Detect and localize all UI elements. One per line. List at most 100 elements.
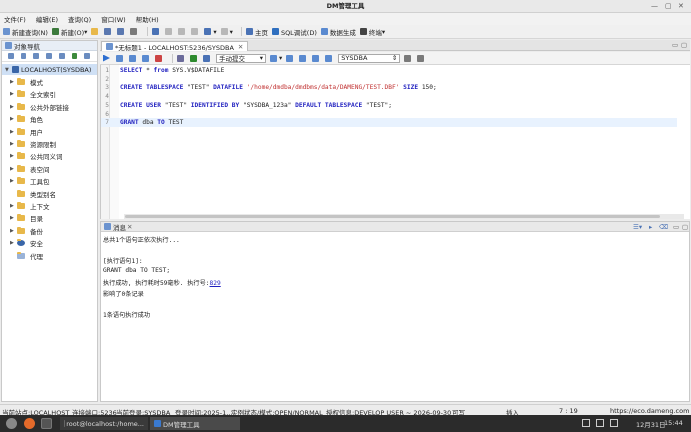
disconnect-icon[interactable]	[20, 53, 27, 59]
terminal-button[interactable]: 终端 ▾	[359, 26, 385, 37]
expanded-arrow-icon[interactable]: ▼	[5, 67, 12, 73]
expand-arrow-icon[interactable]: ▶	[10, 203, 17, 209]
taskbar-date[interactable]: 12月31日	[636, 419, 666, 429]
expand-arrow-icon[interactable]: ▶	[10, 178, 17, 184]
network-icon[interactable]	[582, 419, 590, 427]
tree-item[interactable]: ▶ 安全	[2, 237, 97, 249]
expand-arrow-icon[interactable]: ▶	[10, 91, 17, 97]
clear-button[interactable]	[177, 53, 186, 64]
rollback-button[interactable]	[203, 53, 212, 64]
maximize-panel-icon[interactable]: ▢	[682, 223, 688, 231]
view-menu-icon[interactable]: ☰▾	[633, 223, 642, 231]
menu-window[interactable]: 窗口(W)	[101, 14, 126, 24]
collapse-icon[interactable]	[71, 53, 78, 59]
tree-item[interactable]: ▶ 公共同义词	[2, 150, 97, 162]
tree-item[interactable]: ▶ 模式	[2, 76, 97, 88]
tree-item[interactable]: ▶ 目录	[2, 212, 97, 224]
browser-icon[interactable]	[24, 418, 35, 429]
find-button[interactable]	[191, 26, 200, 37]
system-menu-icon[interactable]	[6, 418, 17, 429]
back-button[interactable]: ▾	[204, 26, 217, 37]
editor-tab[interactable]: *无标题1 - LOCALHOST:5236/SYSDBA ✕	[101, 41, 249, 52]
execute-plan-button[interactable]	[116, 53, 125, 64]
minimize-panel-icon[interactable]: ▭	[672, 41, 678, 49]
layout-button[interactable]	[417, 53, 426, 64]
tree-item[interactable]: ▶ 资源限制	[2, 138, 97, 150]
close-icon[interactable]: ✕	[678, 2, 684, 10]
new-button[interactable]: 新建(O) ▾	[51, 26, 87, 37]
menu-query[interactable]: 查询(Q)	[68, 14, 91, 24]
expand-arrow-icon[interactable]: ▶	[10, 79, 17, 85]
menu-edit[interactable]: 编辑(E)	[36, 14, 58, 24]
expand-arrow-icon[interactable]: ▶	[10, 141, 17, 147]
tree-item[interactable]: ▶ 备份	[2, 225, 97, 237]
settings-button[interactable]	[404, 53, 413, 64]
save-all-button[interactable]	[117, 26, 126, 37]
outdent-button[interactable]	[325, 53, 334, 64]
indent-button[interactable]	[312, 53, 321, 64]
expand-arrow-icon[interactable]: ▶	[10, 215, 17, 221]
maximize-icon[interactable]: ▢	[665, 2, 672, 10]
undo-button[interactable]	[152, 26, 161, 37]
tree-item[interactable]: ▶ 表空间	[2, 163, 97, 175]
tree-root-connection[interactable]: ▼ LOCALHOST(SYSDBA)	[2, 64, 97, 75]
menu-icon[interactable]	[84, 53, 91, 59]
home-button[interactable]: 主页	[245, 26, 268, 37]
refresh-icon[interactable]	[46, 53, 52, 59]
expand-arrow-icon[interactable]: ▶	[10, 104, 17, 110]
tree-item[interactable]: 代理	[2, 250, 97, 262]
print-button[interactable]	[130, 26, 139, 37]
commit-mode-select[interactable]: 手动提交 ▾	[216, 53, 266, 63]
files-icon[interactable]	[41, 418, 52, 429]
close-tab-icon[interactable]: ✕	[238, 43, 243, 51]
keyboard-icon[interactable]	[596, 419, 604, 427]
scrollbar-thumb[interactable]	[125, 215, 660, 218]
expand-arrow-icon[interactable]: ▶	[10, 166, 17, 172]
expand-arrow-icon[interactable]: ▶	[10, 116, 17, 122]
execute-line-button[interactable]	[129, 53, 138, 64]
commit-button[interactable]	[190, 53, 199, 64]
filter-icon[interactable]	[58, 53, 65, 59]
editor-horizontal-scrollbar[interactable]	[124, 214, 684, 219]
open-button[interactable]	[91, 26, 100, 37]
maximize-panel-icon[interactable]: ▢	[681, 41, 687, 49]
clear-messages-icon[interactable]: ⌫	[659, 223, 668, 231]
close-tab-icon[interactable]: ✕	[127, 223, 132, 231]
tree-item[interactable]: ▶ 角色	[2, 113, 97, 125]
search-icon[interactable]	[33, 53, 40, 59]
tree-item[interactable]: 类型别名	[2, 188, 97, 200]
stop-button[interactable]	[155, 53, 164, 64]
format-button[interactable]: ▾	[270, 53, 282, 64]
schema-select[interactable]: SYSDBA ⇕	[338, 53, 401, 63]
expand-arrow-icon[interactable]: ▶	[10, 228, 17, 234]
explain-button[interactable]	[142, 53, 151, 64]
message-tab-label[interactable]: 消息	[113, 222, 126, 232]
taskbar-terminal[interactable]: root@localhost:/home...	[60, 417, 148, 430]
minimize-icon[interactable]: —	[651, 2, 658, 10]
forward-button[interactable]: ▾	[220, 26, 233, 37]
save-button[interactable]	[104, 26, 113, 37]
comment-button[interactable]	[286, 53, 295, 64]
paste-button[interactable]	[178, 26, 187, 37]
sql-editor[interactable]: 1 SELECT * from SYS.V$DATAFILE 2 3 CREATE TA…	[100, 65, 690, 219]
menu-file[interactable]: 文件(F)	[4, 14, 26, 24]
pin-icon[interactable]: ▸	[649, 223, 652, 231]
sql-debug-button[interactable]: SQL调试(D)	[271, 26, 317, 37]
execute-button[interactable]	[103, 53, 112, 64]
expand-arrow-icon[interactable]: ▶	[10, 240, 17, 246]
menu-help[interactable]: 帮助(H)	[136, 14, 159, 24]
expand-arrow-icon[interactable]: ▶	[10, 129, 17, 135]
new-query-button[interactable]: 新建查询(N)	[3, 26, 48, 37]
expand-arrow-icon[interactable]: ▶	[10, 153, 17, 159]
taskbar-dm-tool[interactable]: DM管理工具	[150, 417, 240, 430]
tree-item[interactable]: ▶ 上下文	[2, 200, 97, 212]
volume-icon[interactable]	[610, 419, 618, 427]
data-gen-button[interactable]: 数据生成	[320, 26, 356, 37]
copy-button[interactable]	[165, 26, 174, 37]
connect-icon[interactable]	[8, 53, 14, 59]
tree-item[interactable]: ▶ 公共外部链接	[2, 101, 97, 113]
tree-item[interactable]: ▶ 用户	[2, 126, 97, 138]
taskbar-time[interactable]: 15:44	[664, 419, 683, 427]
minimize-panel-icon[interactable]: ▭	[673, 223, 679, 231]
tree-item[interactable]: ▶ 工具包	[2, 175, 97, 187]
